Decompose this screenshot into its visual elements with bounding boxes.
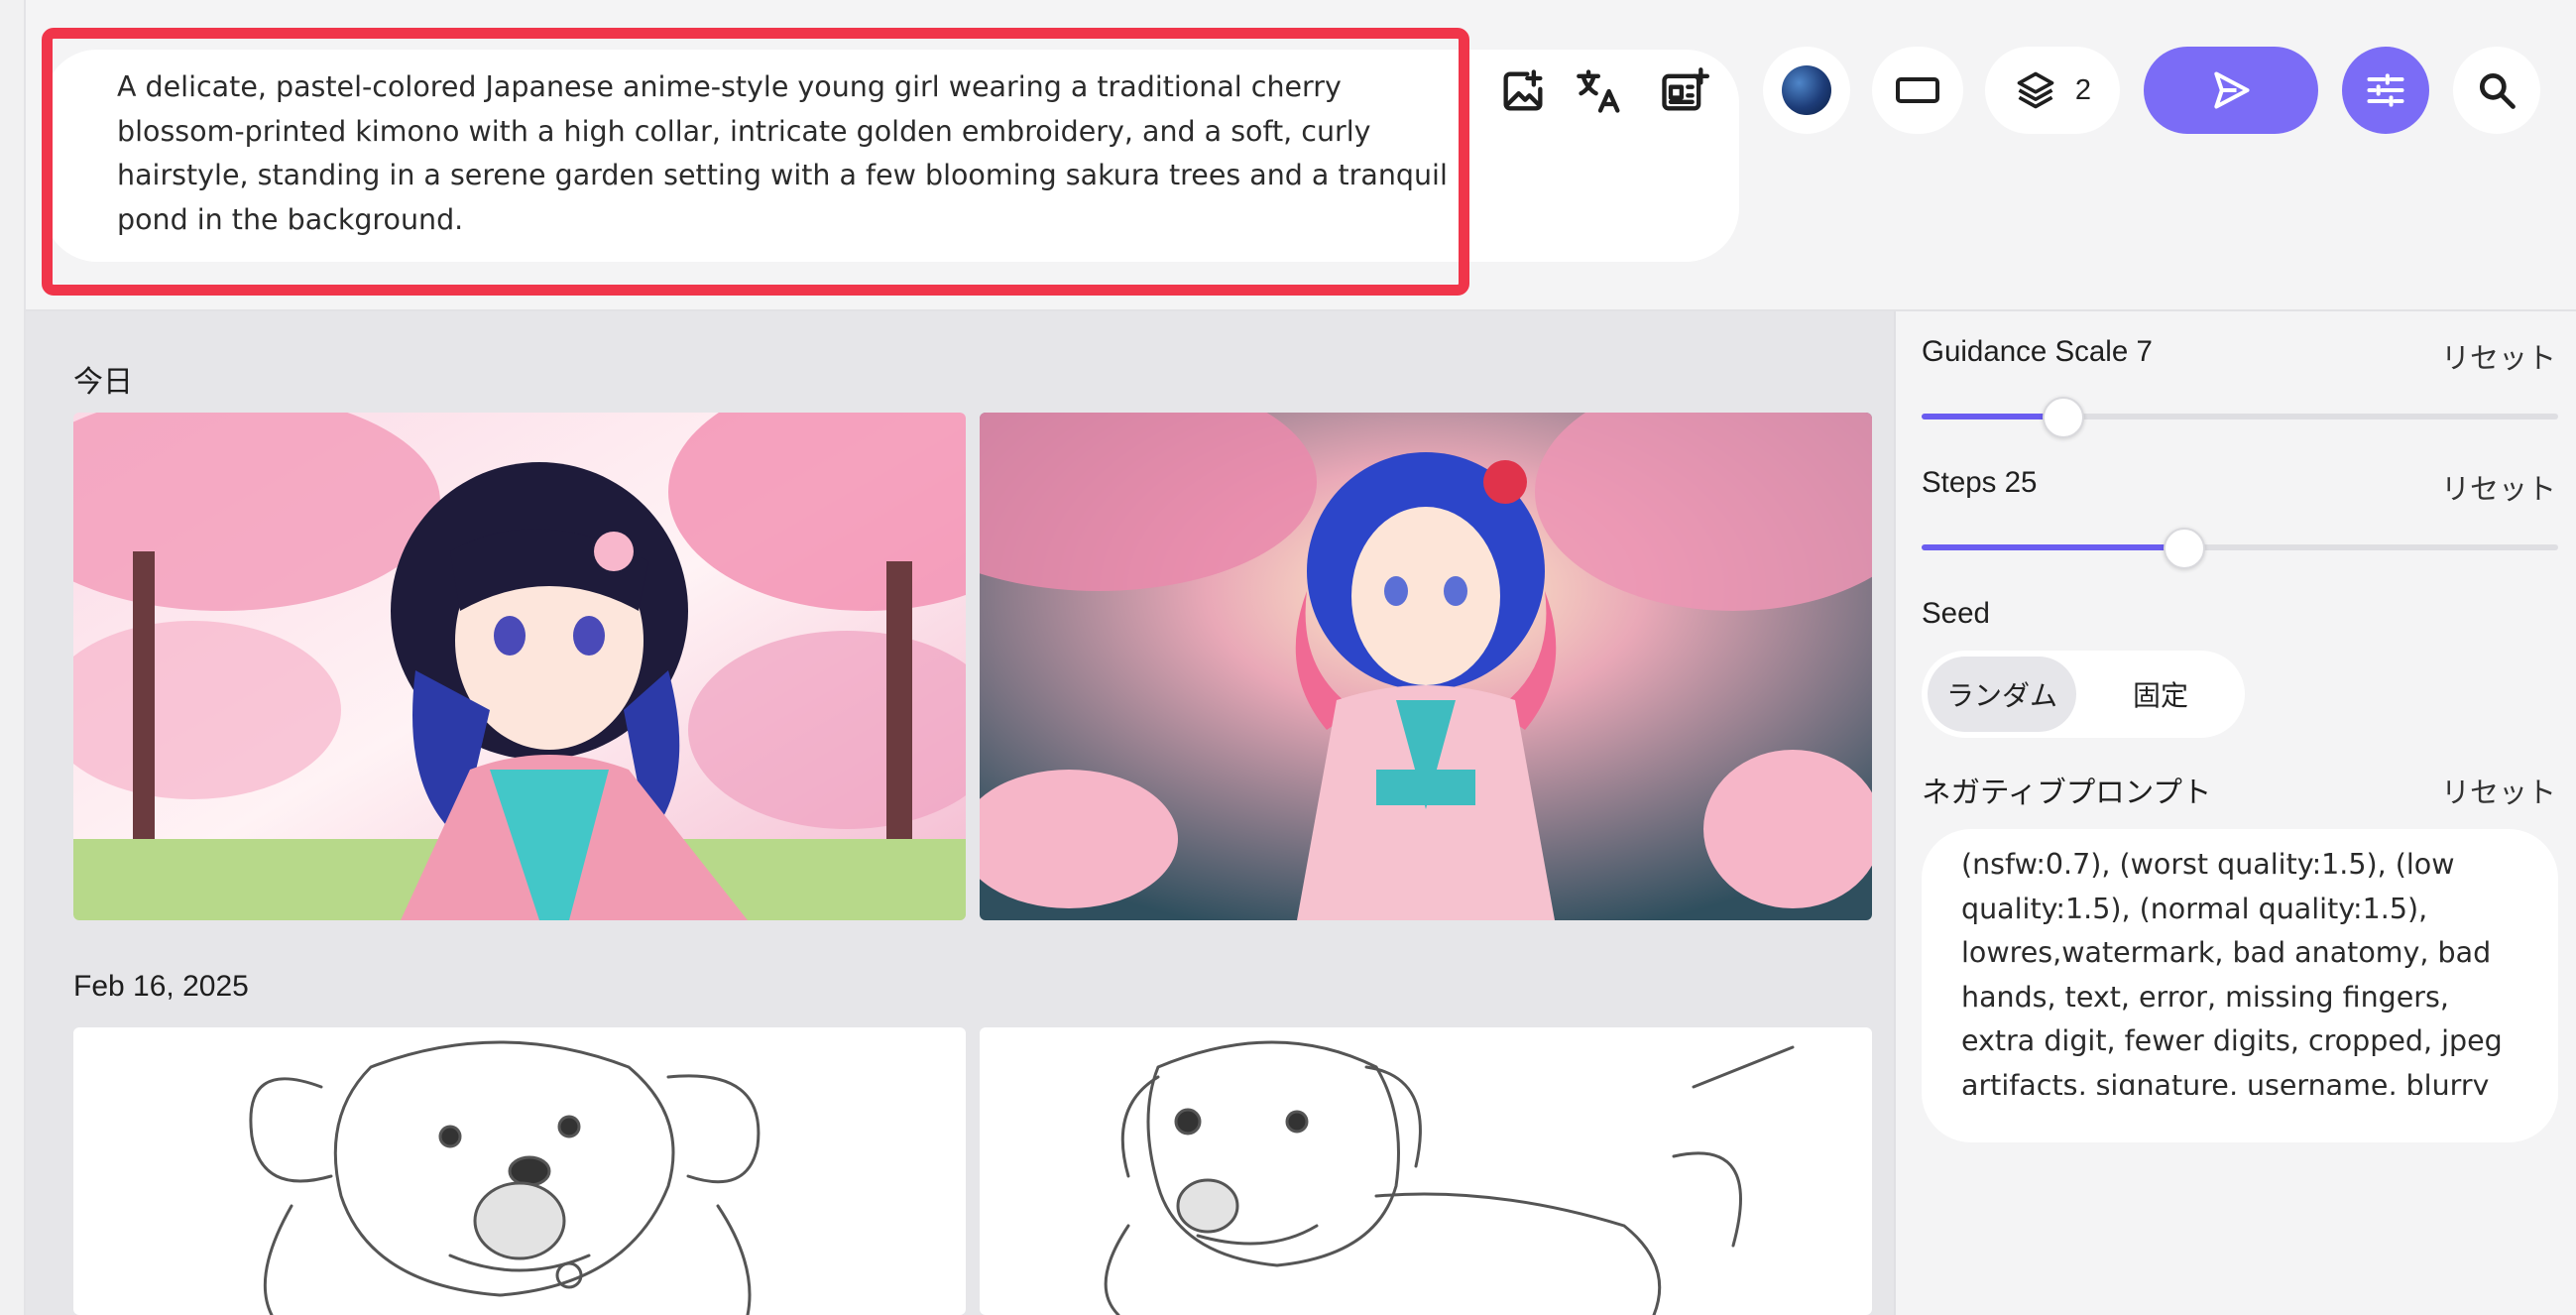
seed-option-random[interactable]: ランダム	[1928, 657, 2076, 732]
model-avatar-icon	[1782, 65, 1831, 115]
negative-prompt-label: ネガティブプロンプト	[1922, 777, 2212, 809]
steps-slider-thumb[interactable]	[2164, 528, 2205, 569]
steps-slider-fill	[1922, 544, 2182, 550]
seed-option-fixed[interactable]: 固定	[2086, 657, 2235, 732]
model-selector-button[interactable]	[1763, 47, 1850, 134]
date-header: 今日	[73, 366, 133, 399]
prompt-template-icon[interactable]	[1658, 65, 1709, 117]
guidance-scale-label: Guidance Scale 7	[1922, 335, 2153, 368]
prompt-input[interactable]: A delicate, pastel-colored Japanese anim…	[44, 50, 1739, 262]
generation-settings-panel: Guidance Scale 7 リセット Steps 25 リセット Seed…	[1894, 311, 2576, 1315]
gallery-image-anime-girl-2[interactable]	[980, 413, 1872, 920]
negative-prompt-input[interactable]: (nsfw:0.7), (worst quality:1.5), (low qu…	[1922, 829, 2558, 1142]
guidance-scale-slider[interactable]	[1922, 397, 2558, 438]
settings-toggle-button[interactable]	[2342, 47, 2429, 134]
prompt-text[interactable]: A delicate, pastel-colored Japanese anim…	[117, 65, 1475, 242]
seed-label: Seed	[1922, 597, 1990, 630]
add-image-icon[interactable]	[1497, 65, 1549, 117]
send-icon	[2214, 71, 2250, 109]
layers-icon	[2017, 71, 2054, 109]
guidance-reset-button[interactable]: リセット	[2441, 335, 2556, 377]
batch-count: 2	[2074, 73, 2092, 106]
generate-button[interactable]	[2144, 47, 2318, 134]
guidance-slider-thumb[interactable]	[2043, 397, 2084, 438]
seed-toggle-group: ランダム 固定	[1922, 651, 2245, 738]
aspect-ratio-button[interactable]	[1872, 47, 1963, 134]
negative-prompt-reset-button[interactable]: リセット	[2441, 770, 2556, 811]
batch-count-button[interactable]: 2	[1985, 47, 2120, 134]
image-gallery: 今日 Feb 16, 2025	[26, 311, 1894, 1315]
gallery-image-dog-sketch-1[interactable]	[73, 1027, 966, 1315]
steps-label: Steps 25	[1922, 466, 2038, 499]
gallery-image-anime-girl-1[interactable]	[73, 413, 966, 920]
negative-prompt-text[interactable]: (nsfw:0.7), (worst quality:1.5), (low qu…	[1961, 843, 2517, 1095]
left-rail	[0, 0, 26, 1315]
translate-icon[interactable]	[1575, 65, 1626, 117]
date-header: Feb 16, 2025	[73, 970, 249, 1003]
steps-slider[interactable]	[1922, 528, 2558, 569]
guidance-slider-fill	[1922, 414, 2061, 419]
search-button[interactable]	[2453, 47, 2540, 134]
steps-reset-button[interactable]: リセット	[2441, 466, 2556, 508]
aspect-ratio-icon	[1896, 77, 1939, 103]
search-icon	[2479, 72, 2516, 109]
gallery-image-dog-sketch-2[interactable]	[980, 1027, 1872, 1315]
settings-sliders-icon	[2367, 73, 2404, 107]
